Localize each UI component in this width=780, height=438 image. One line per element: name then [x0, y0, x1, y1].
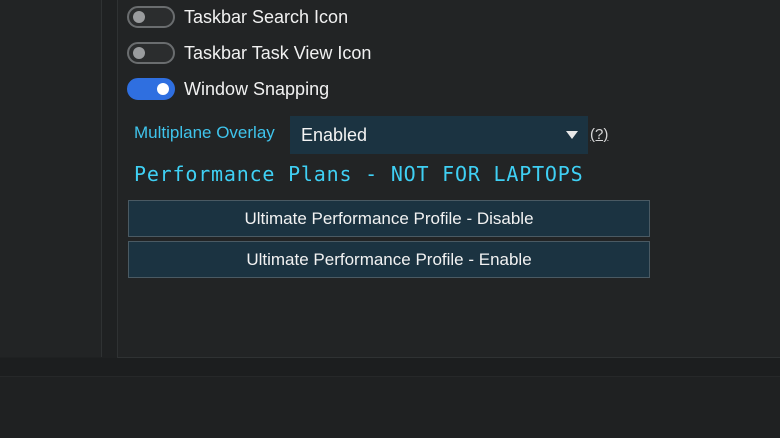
multiplane-overlay-select[interactable]: Enabled: [290, 116, 588, 154]
toggle-knob: [133, 47, 145, 59]
multiplane-overlay-value: Enabled: [301, 124, 368, 145]
toggle-row-taskbar-task-view-icon: Taskbar Task View Icon: [127, 40, 371, 66]
taskbar-search-icon-toggle[interactable]: [127, 6, 175, 28]
multiplane-overlay-help-link[interactable]: (?): [590, 126, 608, 143]
toggle-knob: [157, 83, 169, 95]
app-window: Taskbar Search Icon Taskbar Task View Ic…: [0, 0, 780, 438]
taskbar-task-view-icon-toggle[interactable]: [127, 42, 175, 64]
performance-plans-heading: Performance Plans - NOT FOR LAPTOPS: [134, 162, 584, 186]
status-strip: [0, 358, 780, 377]
taskbar-task-view-icon-label: Taskbar Task View Icon: [184, 42, 372, 63]
multiplane-overlay-label: Multiplane Overlay: [134, 123, 275, 142]
ultimate-performance-enable-button[interactable]: Ultimate Performance Profile - Enable: [128, 241, 650, 278]
ultimate-performance-disable-button[interactable]: Ultimate Performance Profile - Disable: [128, 200, 650, 237]
toggle-row-taskbar-search-icon: Taskbar Search Icon: [127, 4, 348, 30]
navigation-panel: [0, 0, 102, 357]
toggle-knob: [133, 11, 145, 23]
toggle-row-window-snapping: Window Snapping: [127, 76, 329, 102]
window-snapping-toggle[interactable]: [127, 78, 175, 100]
window-snapping-label: Window Snapping: [184, 78, 330, 99]
taskbar-search-icon-label: Taskbar Search Icon: [184, 6, 349, 27]
caret-down-icon: [566, 131, 578, 139]
